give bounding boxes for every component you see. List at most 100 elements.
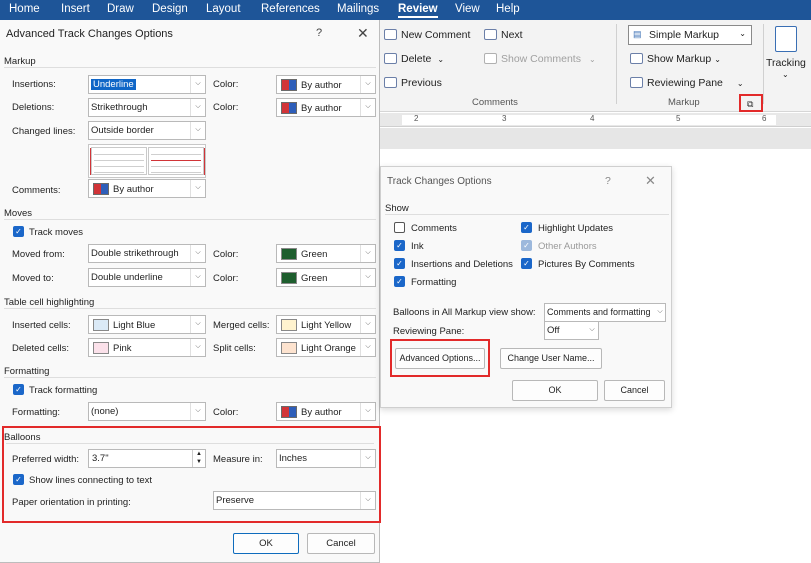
dialog-launcher-icon: ⧉ (747, 99, 754, 109)
chevron-down-icon: ⌵ (190, 339, 205, 356)
other-authors-label[interactable]: Other Authors (538, 241, 597, 252)
deletions-color-select[interactable]: By author ⌵ (276, 98, 376, 117)
track-formatting-checkbox[interactable]: ✓ (13, 384, 24, 395)
show-comments-button[interactable]: Show Comments ⌄ (484, 53, 596, 65)
delete-comment-button[interactable]: Delete ⌄ (384, 53, 444, 65)
formatting-color-select[interactable]: By author ⌵ (276, 402, 376, 421)
changed-lines-select[interactable]: Outside border ⌵ (88, 121, 206, 140)
tracking-button[interactable]: Tracking (766, 57, 806, 69)
color-swatch (281, 102, 297, 114)
tab-references[interactable]: References (261, 3, 320, 15)
deleted-cells-select[interactable]: Pink ⌵ (88, 338, 206, 357)
tab-mailings[interactable]: Mailings (337, 3, 379, 15)
deletions-select[interactable]: Strikethrough ⌵ (88, 98, 206, 117)
table-section-label: Table cell highlighting (4, 297, 95, 308)
previous-comment-icon (384, 77, 397, 88)
help-button[interactable]: ? (605, 175, 611, 187)
new-comment-button[interactable]: New Comment (384, 29, 470, 41)
inserted-cells-select[interactable]: Light Blue ⌵ (88, 315, 206, 334)
insertions-color-select[interactable]: By author ⌵ (276, 75, 376, 94)
insertions-deletions-label[interactable]: Insertions and Deletions (411, 259, 513, 270)
ink-label[interactable]: Ink (411, 241, 424, 252)
tracking-icon[interactable] (775, 26, 797, 52)
measure-in-select[interactable]: Inches ⌵ (276, 449, 376, 468)
reviewing-pane-select[interactable]: Off ⌵ (544, 321, 599, 340)
ok-button[interactable]: OK (512, 380, 598, 401)
insertions-deletions-checkbox[interactable]: ✓ (394, 258, 405, 269)
moved-to-color-select[interactable]: Green ⌵ (276, 268, 376, 287)
chevron-down-icon: ⌵ (360, 403, 375, 420)
comments-checkbox[interactable]: ✓ (394, 222, 405, 233)
group-divider (616, 24, 617, 104)
pictures-by-comments-label[interactable]: Pictures By Comments (538, 259, 635, 270)
display-for-review-select[interactable]: ▤ Simple Markup ⌄ (628, 25, 752, 45)
chevron-down-icon: ⌵ (360, 245, 375, 262)
moved-to-select[interactable]: Double underline ⌵ (88, 268, 206, 287)
moved-from-select[interactable]: Double strikethrough ⌵ (88, 244, 206, 263)
next-comment-button[interactable]: Next (484, 29, 523, 41)
track-changes-dialog-launcher[interactable]: ⧉ (739, 94, 763, 112)
merged-cells-select[interactable]: Light Yellow ⌵ (276, 315, 376, 334)
formatting-label: Formatting: (12, 407, 61, 418)
show-lines-checkbox[interactable]: ✓ (13, 474, 24, 485)
pictures-by-comments-checkbox[interactable]: ✓ (521, 258, 532, 269)
show-lines-label[interactable]: Show lines connecting to text (29, 475, 152, 486)
moved-from-color-select[interactable]: Green ⌵ (276, 244, 376, 263)
chevron-down-icon[interactable]: ⌄ (782, 70, 789, 79)
help-button[interactable]: ? (316, 27, 322, 39)
next-comment-icon (484, 29, 497, 40)
chevron-down-icon: ⌄ (736, 79, 744, 88)
chevron-down-icon: ⌵ (190, 269, 205, 286)
split-cells-select[interactable]: Light Orange ⌵ (276, 338, 376, 357)
ok-button[interactable]: OK (233, 533, 299, 554)
deletions-color-label: Color: (213, 102, 239, 113)
highlight-updates-checkbox[interactable]: ✓ (521, 222, 532, 233)
formatting-select[interactable]: (none) ⌵ (88, 402, 206, 421)
show-section-label: Show (385, 203, 409, 214)
tab-draw[interactable]: Draw (107, 3, 134, 15)
tab-design[interactable]: Design (152, 3, 188, 15)
horizontal-ruler: 2 3 4 5 6 (380, 113, 811, 127)
change-user-name-button[interactable]: Change User Name... (500, 348, 602, 369)
tab-review[interactable]: Review (398, 3, 438, 18)
inserted-cells-label: Inserted cells: (12, 320, 71, 331)
color-swatch (93, 183, 109, 195)
tab-home[interactable]: Home (9, 3, 40, 15)
reviewing-pane-button[interactable]: Reviewing Pane ⌄ (630, 77, 744, 89)
spinner-arrows-icon[interactable]: ▲ ▼ (192, 450, 205, 467)
advanced-options-button[interactable]: Advanced Options... (395, 348, 485, 369)
measure-in-label: Measure in: (213, 454, 263, 465)
insertions-select[interactable]: Underline ⌵ (88, 75, 206, 94)
formatting-section-label: Formatting (4, 366, 50, 377)
other-authors-checkbox[interactable]: ✓ (521, 240, 532, 251)
formatting-checkbox[interactable]: ✓ (394, 276, 405, 287)
balloons-view-select[interactable]: Comments and formatting ⌵ (544, 303, 666, 322)
close-icon[interactable]: ✕ (645, 173, 656, 189)
close-icon[interactable]: ✕ (357, 25, 369, 42)
tab-insert[interactable]: Insert (61, 3, 90, 15)
cancel-button[interactable]: Cancel (307, 533, 375, 554)
track-formatting-label[interactable]: Track formatting (29, 385, 97, 396)
paper-orientation-select[interactable]: Preserve ⌵ (213, 491, 376, 510)
advanced-track-changes-dialog: Advanced Track Changes Options ? ✕ Marku… (0, 20, 381, 563)
chevron-down-icon: ⌵ (190, 180, 205, 197)
tab-view[interactable]: View (455, 3, 480, 15)
tab-help[interactable]: Help (496, 3, 520, 15)
formatting-checkbox-label[interactable]: Formatting (411, 277, 456, 288)
color-swatch (281, 342, 297, 354)
comments-color-select[interactable]: By author ⌵ (88, 179, 206, 198)
tab-layout[interactable]: Layout (206, 3, 241, 15)
ink-checkbox[interactable]: ✓ (394, 240, 405, 251)
comments-checkbox-label[interactable]: Comments (411, 223, 457, 234)
previous-comment-button[interactable]: Previous (384, 77, 442, 89)
cancel-button[interactable]: Cancel (604, 380, 665, 401)
track-moves-checkbox[interactable]: ✓ (13, 226, 24, 237)
track-moves-label[interactable]: Track moves (29, 227, 83, 238)
preferred-width-input[interactable]: 3.7" ▲ ▼ (88, 449, 206, 468)
show-markup-button[interactable]: Show Markup ⌄ (630, 53, 721, 65)
highlight-updates-label[interactable]: Highlight Updates (538, 223, 613, 234)
chevron-down-icon: ⌵ (657, 308, 663, 315)
paper-orientation-label: Paper orientation in printing: (12, 497, 131, 508)
chevron-down-icon: ⌵ (360, 316, 375, 333)
deleted-cells-label: Deleted cells: (12, 343, 70, 354)
